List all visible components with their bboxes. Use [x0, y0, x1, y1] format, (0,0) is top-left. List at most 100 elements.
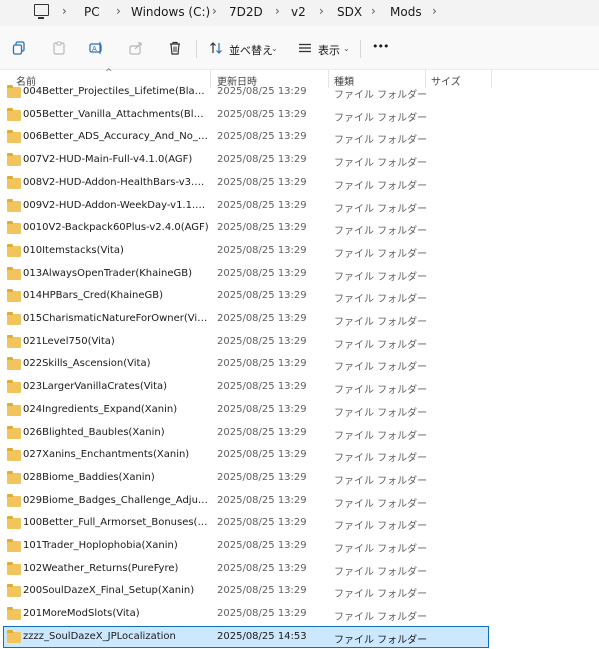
- delete-icon[interactable]: [168, 41, 182, 55]
- file-name: 006Better_ADS_Accuracy_And_No_Crosshair(…: [23, 131, 209, 143]
- file-type: ファイル フォルダー: [334, 90, 428, 101]
- file-type: ファイル フォルダー: [334, 226, 428, 238]
- share-icon[interactable]: [129, 41, 143, 55]
- sort-icon: [210, 42, 222, 54]
- file-row[interactable]: 008V2-HUD-Addon-HealthBars-v3.0.0(AGF) 20…: [3, 172, 489, 194]
- folder-icon: [7, 493, 21, 507]
- file-type: ファイル フォルダー: [334, 135, 428, 147]
- file-row[interactable]: 010Itemstacks(Vita) 2025/08/25 13:29 ファイル …: [3, 240, 489, 262]
- file-date: 2025/08/25 13:29: [217, 540, 307, 551]
- file-name: 010Itemstacks(Vita): [23, 244, 124, 256]
- address-bar[interactable]: › PC › Windows (C:) › 7D2D › v2 › SDX › …: [0, 0, 599, 26]
- chevron-right-icon: ›: [62, 4, 67, 18]
- file-row[interactable]: 100Better_Full_Armorset_Bonuses(Blackwol…: [3, 512, 489, 534]
- paste-icon[interactable]: [52, 41, 66, 55]
- file-row[interactable]: 201MoreModSlots(Vita) 2025/08/25 13:29 ファイ…: [3, 603, 489, 625]
- file-row[interactable]: 026Blighted_Baubles(Xanin) 2025/08/25 13:…: [3, 422, 489, 444]
- file-row[interactable]: 021Level750(Vita) 2025/08/25 13:29 ファイル フォ…: [3, 331, 489, 353]
- file-row[interactable]: 007V2-HUD-Main-Full-v4.1.0(AGF) 2025/08/2…: [3, 149, 489, 171]
- file-row[interactable]: 029Biome_Badges_Challenge_Adjust(Xanin) 2…: [3, 490, 489, 512]
- breadcrumb-v2[interactable]: v2: [291, 5, 306, 19]
- file-name: 0010V2-Backpack60Plus-v2.4.0(AGF): [23, 222, 209, 234]
- file-row[interactable]: 023LargerVanillaCrates(Vita) 2025/08/25 1…: [3, 376, 489, 398]
- folder-icon: [7, 448, 21, 462]
- file-row[interactable]: zzzz_SoulDazeX_JPLocalization 2025/08/25 …: [3, 625, 489, 648]
- file-name: 005Better_Vanilla_Attachments(Blackwolf): [23, 108, 209, 120]
- file-name: 021Level750(Vita): [23, 335, 115, 347]
- file-type: ファイル フォルダー: [334, 385, 428, 397]
- file-type: ファイル フォルダー: [334, 407, 428, 419]
- folder-icon: [7, 539, 21, 552]
- file-date: 2025/08/25 13:29: [217, 517, 307, 529]
- copy-icon[interactable]: [12, 41, 26, 55]
- file-date: 2025/08/25 13:29: [217, 267, 307, 279]
- file-name: 027Xanins_Enchantments(Xanin): [23, 449, 190, 461]
- file-row[interactable]: 024Ingredients_Expand(Xanin) 2025/08/25 1…: [3, 399, 489, 421]
- file-type: ファイル フォルダー: [334, 430, 428, 442]
- file-date: 2025/08/25 13:29: [217, 494, 307, 506]
- file-type: ファイル フォルダー: [334, 294, 428, 306]
- file-date: 2025/08/25 13:29: [217, 403, 307, 415]
- breadcrumb-mods[interactable]: Mods: [390, 5, 422, 19]
- folder-icon: [7, 130, 21, 144]
- file-type: ファイル フォルダー: [334, 271, 428, 283]
- file-type: ファイル フォルダー: [334, 634, 428, 646]
- file-row[interactable]: 005Better_Vanilla_Attachments(Blackwolf)…: [3, 104, 489, 126]
- file-name: 004Better_Projectiles_Lifetime(Blackwolf…: [23, 86, 209, 97]
- file-row[interactable]: 102Weather_Returns(PureFyre) 2025/08/25 1…: [3, 558, 489, 580]
- file-name: 101Trader_Hoplophobia(Xanin): [23, 540, 178, 551]
- file-type: ファイル フォルダー: [334, 453, 428, 465]
- file-row[interactable]: 101Trader_Hoplophobia(Xanin) 2025/08/25 1…: [3, 535, 489, 557]
- breadcrumb-pc[interactable]: PC: [84, 5, 100, 19]
- folder-icon: [7, 561, 21, 575]
- file-date: 2025/08/25 13:29: [217, 381, 307, 393]
- file-name: 008V2-HUD-Addon-HealthBars-v3.0.0(AGF): [23, 176, 209, 188]
- file-type: ファイル フォルダー: [334, 612, 428, 624]
- file-date: 2025/08/25 13:29: [217, 222, 307, 234]
- folder-icon: [7, 607, 21, 621]
- file-row[interactable]: 004Better_Projectiles_Lifetime(Blackwolf…: [3, 81, 489, 103]
- file-date: 2025/08/25 13:29: [217, 108, 307, 120]
- file-row[interactable]: 028Biome_Baddies(Xanin) 2025/08/25 13:29 フ…: [3, 467, 489, 489]
- more-options-button[interactable]: •••: [372, 40, 389, 53]
- chevron-down-icon: ⌄: [271, 44, 278, 53]
- folder-icon: [7, 198, 21, 212]
- chevron-down-icon: ⌄: [343, 44, 350, 53]
- svg-text:A: A: [92, 45, 97, 53]
- file-row[interactable]: 013AlwaysOpenTrader(KhaineGB) 2025/08/25 …: [3, 263, 489, 285]
- folder-icon: [7, 425, 21, 439]
- breadcrumb-7d2d[interactable]: 7D2D: [229, 5, 263, 19]
- file-type: ファイル フォルダー: [334, 362, 428, 374]
- file-row[interactable]: 200SoulDazeX_Final_Setup(Xanin) 2025/08/2…: [3, 580, 489, 602]
- chevron-right-icon: ›: [319, 4, 324, 18]
- file-row[interactable]: 014HPBars_Cred(KhaineGB) 2025/08/25 13:29…: [3, 285, 489, 307]
- file-name: 026Blighted_Baubles(Xanin): [23, 426, 165, 438]
- file-name: 013AlwaysOpenTrader(KhaineGB): [23, 267, 193, 279]
- file-name: 022Skills_Ascension(Vita): [23, 358, 151, 370]
- file-type: ファイル フォルダー: [334, 566, 428, 578]
- file-date: 2025/08/25 13:29: [217, 244, 307, 256]
- folder-icon: [7, 629, 21, 643]
- breadcrumb-drive[interactable]: Windows (C:): [131, 5, 210, 19]
- file-row[interactable]: 022Skills_Ascension(Vita) 2025/08/25 13:2…: [3, 353, 489, 375]
- file-date: 2025/08/25 13:29: [217, 562, 307, 574]
- file-row[interactable]: 006Better_ADS_Accuracy_And_No_Crosshair(…: [3, 126, 489, 148]
- folder-icon: [7, 584, 21, 598]
- file-row[interactable]: 015CharismaticNatureForOwner(Vita) 2025/0…: [3, 308, 489, 330]
- file-name: 007V2-HUD-Main-Full-v4.1.0(AGF): [23, 154, 193, 166]
- file-row[interactable]: 009V2-HUD-Addon-WeekDay-v1.1.0(AGF) 2025/…: [3, 195, 489, 217]
- file-row[interactable]: 027Xanins_Enchantments(Xanin) 2025/08/25 …: [3, 444, 489, 466]
- folder-icon: [7, 357, 21, 371]
- folder-icon: [7, 266, 21, 280]
- breadcrumb-sdx[interactable]: SDX: [337, 5, 362, 19]
- file-row[interactable]: 0010V2-Backpack60Plus-v2.4.0(AGF) 2025/08…: [3, 217, 489, 239]
- file-name: 029Biome_Badges_Challenge_Adjust(Xanin): [23, 494, 209, 506]
- rename-icon[interactable]: A: [89, 41, 103, 55]
- file-date: 2025/08/25 13:29: [217, 608, 307, 620]
- file-name: 014HPBars_Cred(KhaineGB): [23, 290, 164, 302]
- file-type: ファイル フォルダー: [334, 475, 428, 487]
- folder-icon: [7, 289, 21, 303]
- file-type: ファイル フォルダー: [334, 112, 428, 124]
- file-type: ファイル フォルダー: [334, 339, 428, 351]
- file-type: ファイル フォルダー: [334, 248, 428, 260]
